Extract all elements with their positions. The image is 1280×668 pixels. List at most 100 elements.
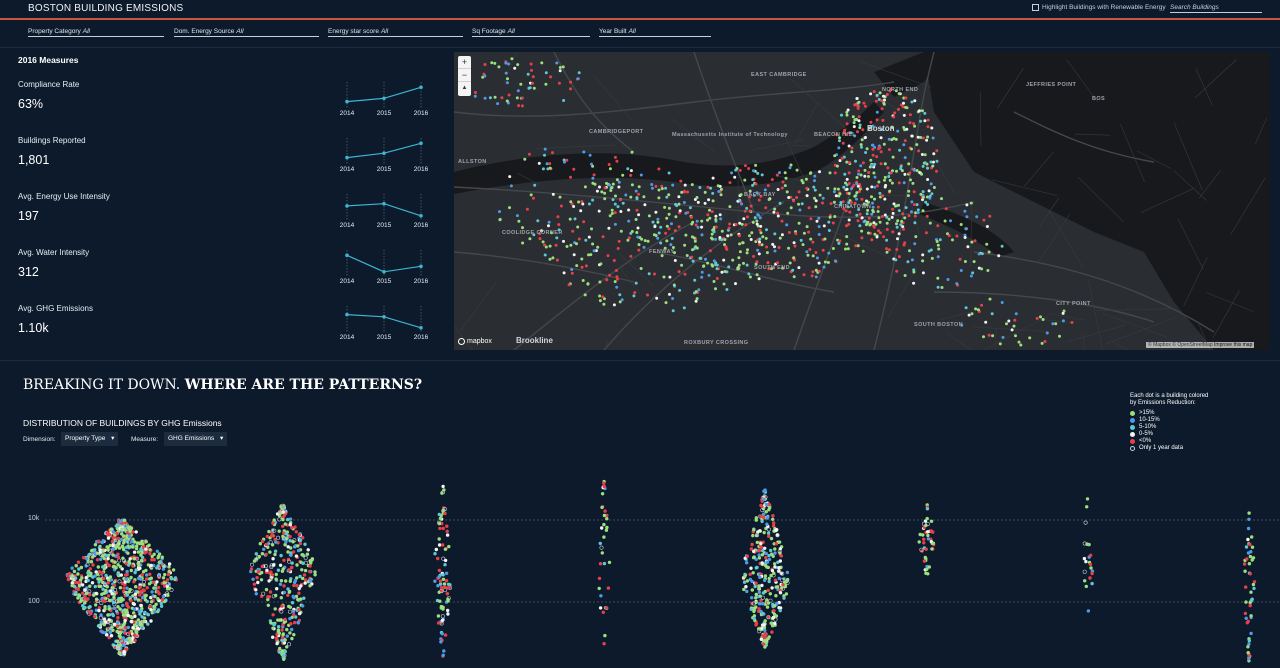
swarm-dot[interactable] — [109, 527, 114, 531]
map-building-dot[interactable] — [608, 167, 612, 171]
swarm-dot[interactable] — [765, 516, 770, 520]
map-building-dot[interactable] — [850, 150, 854, 154]
map-building-dot[interactable] — [507, 62, 511, 66]
map-building-dot[interactable] — [795, 168, 799, 172]
improve-map-link[interactable]: Improve this map — [1214, 342, 1252, 348]
map-building-dot[interactable] — [632, 294, 636, 298]
swarm-dot[interactable] — [76, 560, 81, 564]
map-building-dot[interactable] — [911, 181, 915, 185]
swarm-dot[interactable] — [70, 566, 74, 570]
map-building-dot[interactable] — [812, 185, 816, 189]
map-building-dot[interactable] — [914, 211, 918, 215]
swarm-dot[interactable] — [277, 631, 281, 635]
map-building-dot[interactable] — [990, 312, 994, 316]
map-building-dot[interactable] — [931, 136, 935, 140]
map-building-dot[interactable] — [673, 259, 677, 262]
map-building-dot[interactable] — [629, 195, 633, 199]
map-building-dot[interactable] — [629, 173, 633, 177]
swarm-dot[interactable] — [288, 523, 292, 527]
swarm-dot[interactable] — [304, 560, 309, 565]
zoom-in-button[interactable]: + — [458, 56, 471, 69]
map-building-dot[interactable] — [751, 183, 755, 187]
map-building-dot[interactable] — [874, 99, 878, 103]
map-building-dot[interactable] — [865, 212, 869, 216]
swarm-dot[interactable] — [773, 551, 777, 555]
swarm-dot[interactable] — [277, 650, 282, 654]
swarm-dot[interactable] — [1243, 569, 1247, 573]
map-building-dot[interactable] — [923, 119, 927, 123]
swarm-dot[interactable] — [434, 547, 438, 552]
filter-property-category[interactable]: Property Category All — [28, 28, 164, 37]
swarm-dot[interactable] — [1250, 597, 1254, 601]
swarm-dot[interactable] — [113, 560, 117, 564]
map-building-dot[interactable] — [598, 294, 602, 298]
swarm-dot[interactable] — [155, 549, 159, 553]
swarm-dot[interactable] — [286, 545, 290, 549]
swarm-dot[interactable] — [127, 590, 132, 594]
swarm-dot[interactable] — [438, 516, 443, 521]
swarm-dot[interactable] — [433, 552, 437, 556]
map-building-dot[interactable] — [575, 242, 578, 246]
map-building-dot[interactable] — [739, 193, 743, 197]
swarm-dot[interactable] — [762, 530, 766, 535]
swarm-dot[interactable] — [765, 605, 770, 609]
map-building-dot[interactable] — [972, 260, 976, 264]
swarm-dot[interactable] — [118, 565, 123, 569]
map-building-dot[interactable] — [1014, 334, 1017, 338]
map-building-dot[interactable] — [847, 222, 851, 226]
swarm-dot[interactable] — [1089, 553, 1093, 557]
swarm-dot[interactable] — [76, 596, 80, 600]
map-building-dot[interactable] — [930, 126, 934, 130]
swarm-dot[interactable] — [95, 551, 100, 555]
map-building-dot[interactable] — [737, 256, 741, 260]
map-building-dot[interactable] — [605, 278, 609, 282]
swarm-dot[interactable] — [754, 592, 758, 597]
swarm-dot[interactable] — [275, 641, 279, 646]
swarm-dot[interactable] — [441, 577, 446, 581]
map-building-dot[interactable] — [582, 220, 586, 224]
map-building-dot[interactable] — [500, 96, 504, 100]
map-building-dot[interactable] — [959, 269, 963, 272]
map-building-dot[interactable] — [773, 245, 776, 249]
map-building-dot[interactable] — [875, 155, 879, 159]
swarm-dot[interactable] — [271, 563, 276, 567]
map-building-dot[interactable] — [922, 195, 925, 199]
swarm-dot[interactable] — [748, 577, 752, 582]
map-building-dot[interactable] — [857, 104, 860, 108]
swarm-dot[interactable] — [152, 558, 156, 562]
swarm-dot[interactable] — [144, 577, 149, 581]
swarm-dot[interactable] — [926, 572, 930, 576]
swarm-dot[interactable] — [1247, 657, 1251, 661]
swarm-dot[interactable] — [273, 552, 277, 557]
swarm-dot[interactable] — [292, 613, 296, 617]
map-building-dot[interactable] — [653, 272, 656, 276]
map-building-dot[interactable] — [885, 238, 889, 242]
map-building-dot[interactable] — [725, 288, 729, 291]
map-building-dot[interactable] — [802, 273, 806, 277]
map-building-dot[interactable] — [1070, 321, 1074, 324]
map-building-dot[interactable] — [636, 226, 640, 230]
map-building-dot[interactable] — [647, 272, 651, 276]
swarm-dot[interactable] — [446, 608, 450, 613]
map-building-dot[interactable] — [603, 197, 607, 201]
map-building-dot[interactable] — [903, 216, 907, 220]
map-building-dot[interactable] — [541, 240, 545, 244]
map-building-dot[interactable] — [520, 104, 524, 108]
map-building-dot[interactable] — [991, 334, 995, 338]
map-building-dot[interactable] — [897, 203, 900, 207]
map-building-dot[interactable] — [871, 201, 874, 205]
swarm-dot[interactable] — [70, 583, 74, 588]
swarm-dot[interactable] — [79, 599, 83, 603]
map-building-dot[interactable] — [530, 68, 533, 72]
swarm-dot[interactable] — [603, 509, 607, 513]
map-building-dot[interactable] — [682, 190, 686, 194]
map-building-dot[interactable] — [884, 183, 888, 187]
swarm-dot[interactable] — [751, 555, 756, 560]
map-building-dot[interactable] — [715, 277, 719, 280]
map-building-dot[interactable] — [577, 237, 581, 241]
swarm-dot[interactable] — [282, 584, 286, 588]
map-building-dot[interactable] — [882, 142, 886, 146]
map-building-dot[interactable] — [870, 163, 874, 167]
map-building-dot[interactable] — [611, 182, 615, 186]
map-building-dot[interactable] — [659, 225, 663, 229]
